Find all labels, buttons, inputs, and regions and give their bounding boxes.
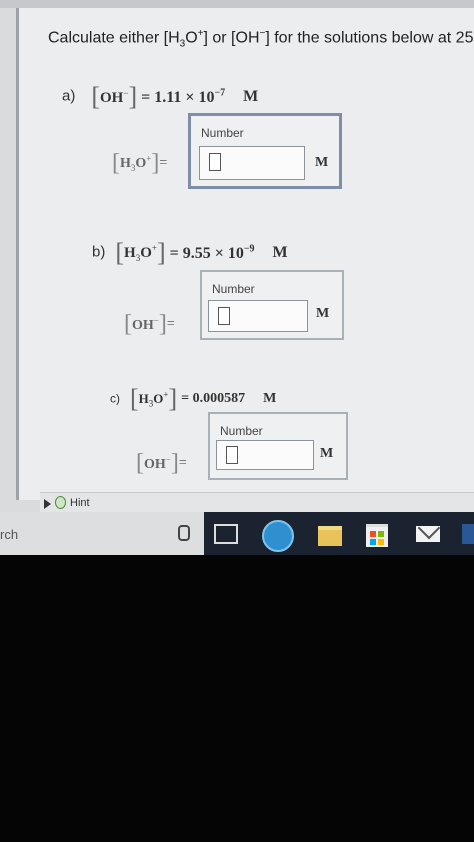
store-icon[interactable] [366,524,388,547]
part-letter: c) [110,391,120,406]
hint-bar[interactable]: Hint [40,492,474,513]
part-letter: b) [92,243,106,261]
number-label: Number [201,126,244,140]
input-cursor [226,446,238,464]
given-unit: M [243,88,259,105]
part-b-answer-label: [OH−]= [124,311,175,337]
part-a-number-input[interactable] [199,146,305,180]
part-b-answer-panel: Number M [200,270,344,340]
lightbulb-icon [55,496,66,509]
input-cursor [209,153,221,171]
number-label: Number [212,282,255,296]
species: H3O+ [138,389,169,409]
folder-icon[interactable] [318,526,342,546]
part-a-answer-label: [H3O+]= [112,150,168,176]
given-value: = 1.11 × 10−7 [141,87,226,106]
part-c-number-input[interactable] [216,440,314,470]
given-unit: M [263,391,277,406]
hint-link[interactable]: Hint [70,497,90,509]
species: OH− [100,87,129,106]
answer-unit: M [315,155,329,170]
answer-unit: M [316,306,330,321]
question-heading: Calculate either [H3O+] or [OH−] for the… [48,28,474,50]
part-c-given: c) [H3O+] = 0.000587 M [110,384,277,413]
given-unit: M [272,244,288,261]
given-value: = 9.55 × 10−9 [169,243,255,262]
number-label: Number [220,424,263,438]
part-c-answer-panel: Number M [208,412,348,480]
triangle-right-icon [44,499,51,509]
edge-browser-icon[interactable] [262,520,294,552]
screen: Calculate either [H3O+] or [OH−] for the… [0,0,474,555]
part-c-answer-label: [OH−]= [136,450,187,476]
part-a-given: a) [OH−] = 1.11 × 10−7 M [62,82,259,111]
microphone-icon[interactable] [178,525,190,541]
word-icon[interactable] [462,524,474,544]
part-letter: a) [62,87,76,105]
species: H3O+ [124,243,157,263]
taskbar: rch [0,512,474,555]
part-b-given: b) [H3O+] = 9.55 × 10−9 M [92,238,288,267]
mail-icon[interactable] [416,516,441,542]
taskbar-search-box[interactable]: rch [0,512,204,555]
part-b-number-input[interactable] [208,300,308,332]
part-a-answer-panel: Number M [188,113,342,189]
task-view-icon[interactable] [214,524,238,544]
search-text: rch [0,527,19,542]
input-cursor [218,307,230,325]
browser-top-strip [0,0,474,8]
answer-unit: M [320,446,334,461]
given-value: = 0.000587 [181,391,246,406]
